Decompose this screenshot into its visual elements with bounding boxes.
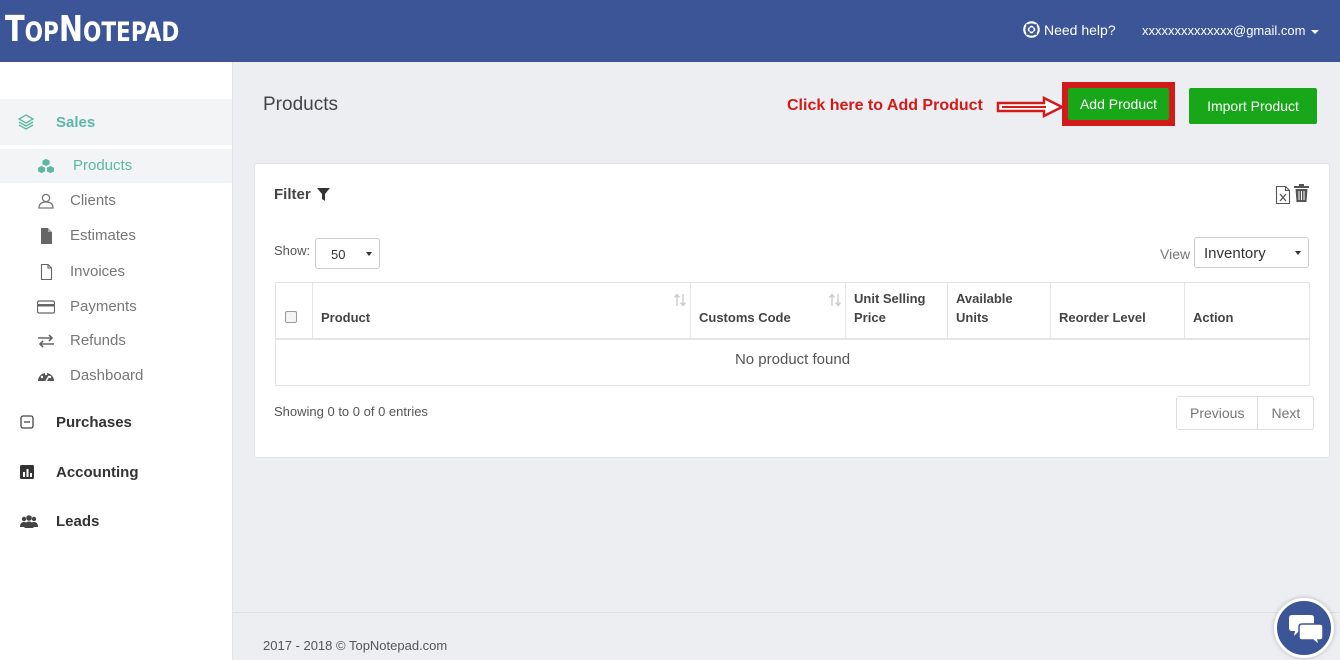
minus-square-icon: [20, 415, 34, 429]
products-table: Product Customs Code Unit Selling Price A…: [275, 282, 1310, 386]
exchange-icon: [38, 334, 54, 348]
sidebar-item-label: Products: [73, 157, 133, 174]
sidebar-item-purchases[interactable]: Purchases: [0, 408, 232, 438]
sidebar-item-label: Sales: [56, 114, 96, 131]
caret-down-icon: [1295, 251, 1301, 255]
sidebar: Sales Products Clients Estimates Invoice…: [0, 62, 233, 660]
column-label: Available Units: [956, 289, 1013, 327]
column-label: Action: [1193, 310, 1234, 325]
table-header: Product Customs Code Unit Selling Price A…: [276, 283, 1309, 340]
page-title: Products: [263, 94, 338, 115]
sort-icon: [674, 293, 686, 307]
account-menu[interactable]: xxxxxxxxxxxxxx@gmail.com: [1142, 23, 1320, 38]
column-available-units[interactable]: Available Units: [948, 283, 1051, 338]
layers-icon: [17, 114, 35, 130]
page-size-select[interactable]: 50: [315, 238, 380, 269]
products-panel: Filter Show: 50 View Inventory Product C…: [254, 163, 1330, 458]
sidebar-item-invoices[interactable]: Invoices: [0, 255, 232, 289]
annotation-text: Click here to Add Product: [787, 97, 983, 114]
logo[interactable]: TOPNOTEPAD: [5, 10, 179, 57]
logo-letter: T: [5, 9, 25, 50]
sidebar-item-payments[interactable]: Payments: [0, 290, 232, 324]
logo-text: OP: [24, 17, 59, 48]
filter-toggle[interactable]: Filter: [274, 186, 330, 203]
add-product-highlight: Add Product: [1062, 82, 1175, 126]
select-all-checkbox[interactable]: [285, 311, 297, 323]
column-product[interactable]: Product: [313, 283, 691, 338]
add-product-button[interactable]: Add Product: [1068, 88, 1169, 120]
entries-info: Showing 0 to 0 of 0 entries: [274, 404, 428, 419]
file-icon: [41, 228, 52, 244]
footer: 2017 - 2018 © TopNotepad.com: [233, 612, 1340, 660]
account-email: xxxxxxxxxxxxxx@gmail.com: [1142, 23, 1306, 38]
need-help-link[interactable]: Need help?: [1023, 21, 1116, 38]
page-size-value: 50: [331, 247, 346, 262]
footer-copyright: 2017 - 2018 © TopNotepad.com: [263, 638, 448, 653]
dashboard-icon: [38, 372, 54, 382]
sidebar-item-label: Estimates: [70, 227, 136, 244]
chat-widget-button[interactable]: [1274, 598, 1334, 658]
chevron-down-icon: [1311, 29, 1320, 34]
sidebar-item-label: Invoices: [70, 263, 126, 280]
sidebar-item-label: Refunds: [70, 332, 126, 349]
view-value: Inventory: [1204, 245, 1266, 262]
sidebar-item-label: Leads: [56, 513, 100, 530]
sidebar-item-label: Accounting: [56, 464, 139, 481]
sort-icon: [829, 293, 841, 307]
file-outline-icon: [40, 264, 53, 280]
column-label-line2: Units: [956, 310, 989, 325]
cubes-icon: [38, 158, 54, 174]
sidebar-item-label: Purchases: [56, 414, 132, 431]
logo-text: OTEPAD: [82, 17, 180, 48]
empty-table-message: No product found: [734, 351, 851, 368]
users-icon: [20, 515, 38, 528]
sidebar-item-label: Payments: [70, 298, 137, 315]
credit-card-icon: [37, 300, 55, 314]
filter-label: Filter: [274, 186, 311, 203]
sidebar-item-leads[interactable]: Leads: [0, 507, 232, 537]
sidebar-item-label: Dashboard: [70, 367, 144, 384]
show-label: Show:: [274, 243, 311, 258]
sidebar-item-dashboard[interactable]: Dashboard: [0, 359, 232, 393]
column-customs-code[interactable]: Customs Code: [691, 283, 846, 338]
column-label-line1: Available: [956, 291, 1013, 306]
sidebar-item-refunds[interactable]: Refunds: [0, 324, 232, 358]
column-label-line1: Unit Selling: [854, 291, 926, 306]
sidebar-item-clients[interactable]: Clients: [0, 184, 232, 218]
arrow-right-icon: [996, 96, 1064, 118]
need-help-label: Need help?: [1044, 21, 1116, 38]
sidebar-item-products[interactable]: Products: [0, 149, 232, 183]
view-label: View: [1160, 246, 1191, 262]
column-label-line2: Price: [854, 310, 886, 325]
next-page-button[interactable]: Next: [1257, 397, 1313, 429]
sidebar-item-label: Clients: [70, 192, 116, 209]
top-bar: TOPNOTEPAD Need help? xxxxxxxxxxxxxx@gma…: [0, 0, 1340, 62]
pagination: Previous Next: [1176, 396, 1315, 430]
import-product-button[interactable]: Import Product: [1189, 88, 1317, 124]
excel-export-icon[interactable]: [1275, 186, 1291, 204]
user-icon: [38, 193, 54, 209]
lifebuoy-icon: [1023, 21, 1040, 38]
chat-bubbles-icon: [1289, 615, 1323, 645]
caret-down-icon: [366, 252, 372, 256]
column-label: Product: [321, 310, 371, 325]
funnel-icon: [316, 188, 330, 201]
column-label: Reorder Level: [1059, 310, 1146, 325]
column-label: Unit Selling Price: [854, 289, 926, 327]
view-select[interactable]: Inventory: [1194, 237, 1309, 268]
bar-chart-icon: [20, 465, 34, 479]
column-label: Customs Code: [699, 310, 791, 325]
column-unit-selling-price[interactable]: Unit Selling Price: [846, 283, 948, 338]
sidebar-item-sales[interactable]: Sales: [0, 99, 232, 145]
trash-icon[interactable]: [1294, 184, 1309, 202]
column-action: Action: [1185, 283, 1309, 338]
column-reorder-level[interactable]: Reorder Level: [1051, 283, 1185, 338]
sidebar-item-estimates[interactable]: Estimates: [0, 219, 232, 253]
previous-page-button[interactable]: Previous: [1177, 397, 1257, 429]
select-all-cell: [276, 283, 313, 338]
logo-letter: N: [58, 9, 83, 50]
sidebar-item-accounting[interactable]: Accounting: [0, 458, 232, 488]
